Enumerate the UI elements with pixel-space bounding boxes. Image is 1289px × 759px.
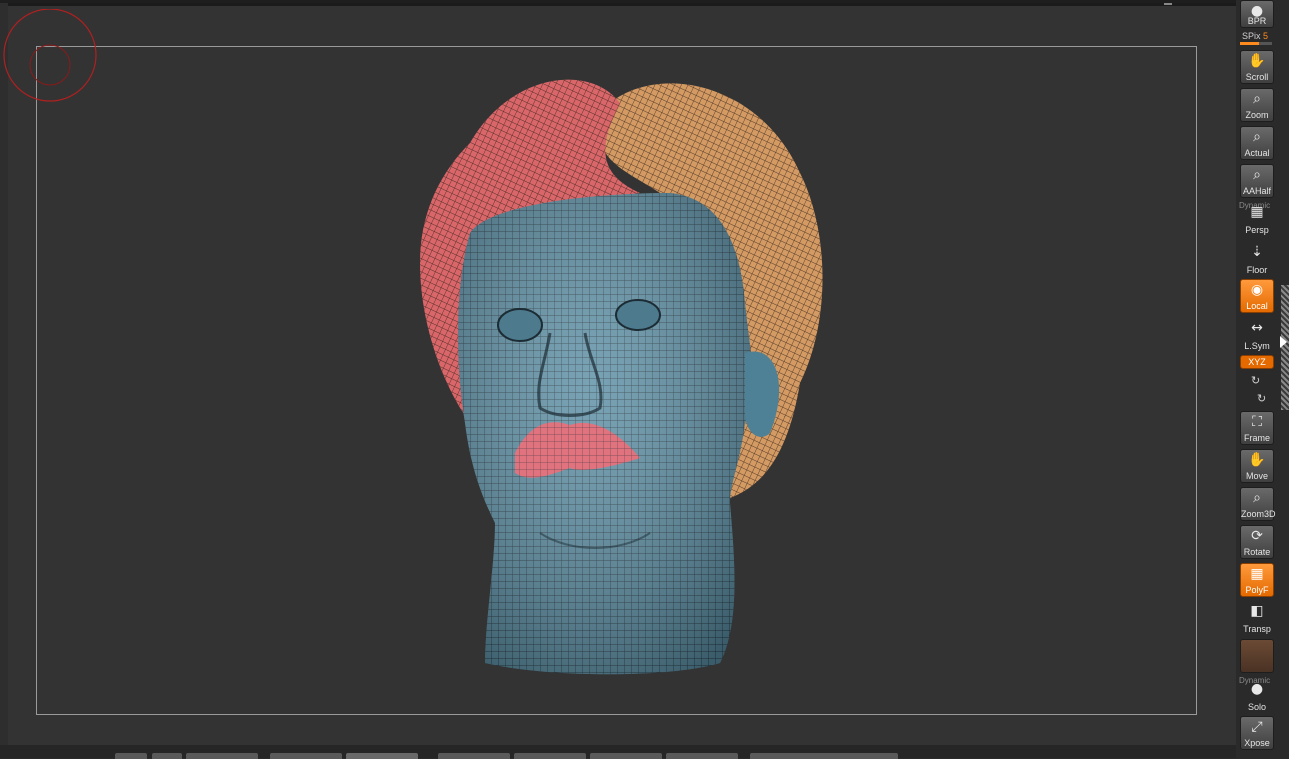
floor-button[interactable]: ⇣ Floor (1240, 242, 1274, 276)
bottom-tab[interactable] (514, 753, 586, 759)
polyframe-icon: ▦ (1250, 566, 1264, 582)
hand-icon: ✋ (1248, 452, 1266, 468)
zoom-button[interactable]: ⌕ Zoom (1240, 88, 1274, 122)
shelf-collapse-arrow-icon[interactable] (1280, 336, 1287, 348)
frame-button[interactable]: ⛶ Frame (1240, 411, 1274, 445)
document-canvas[interactable] (0, 0, 1236, 748)
z-rotation-icon[interactable]: ↻ (1257, 392, 1266, 405)
spix-slider[interactable]: SPix 5 (1242, 31, 1268, 41)
local-button[interactable]: ◉ Local (1240, 279, 1274, 313)
left-edge-panel (0, 3, 8, 748)
bottom-tab[interactable] (750, 753, 898, 759)
solo-icon: ● (1250, 681, 1264, 697)
bottom-tab[interactable] (186, 753, 258, 759)
local-icon: ◉ (1250, 282, 1264, 298)
solo-button[interactable]: ● Solo (1240, 679, 1274, 713)
bottom-tab[interactable] (152, 753, 182, 759)
magnifier-icon: ⌕ (1253, 490, 1261, 506)
magnifier-icon: ⌕ (1253, 167, 1261, 183)
frame-icon: ⛶ (1252, 414, 1262, 430)
bottom-tab[interactable] (115, 753, 147, 759)
magnifier-icon: ⌕ (1253, 91, 1261, 107)
top-scroll-handle[interactable] (1164, 3, 1172, 5)
xpose-button[interactable]: ⤢ Xpose (1240, 716, 1274, 750)
scroll-button[interactable]: ✋ Scroll (1240, 50, 1274, 84)
hand-icon: ✋ (1248, 53, 1266, 69)
rotate-icon: ⟳ (1251, 528, 1263, 544)
brush-cursor-icon (3, 9, 97, 102)
lsym-button[interactable]: ↔ L.Sym (1240, 318, 1274, 352)
actual-button[interactable]: ⌕ Actual (1240, 126, 1274, 160)
floor-icon: ⇣ (1251, 244, 1263, 260)
magnifier-icon: ⌕ (1253, 129, 1261, 145)
bottom-tab[interactable] (590, 753, 662, 759)
bottom-tab[interactable] (438, 753, 510, 759)
zoom3d-button[interactable]: ⌕ Zoom3D (1240, 487, 1276, 521)
bottom-tab[interactable] (270, 753, 342, 759)
transparency-icon: ◧ (1250, 603, 1264, 619)
spix-slider-track[interactable] (1240, 42, 1272, 45)
bottom-tray (0, 745, 1236, 759)
left-eye (497, 308, 543, 342)
bottom-tab[interactable] (666, 753, 738, 759)
y-rotation-icon[interactable]: ↻ (1251, 374, 1260, 387)
transp-button[interactable]: ◧ Transp (1240, 601, 1274, 635)
grid-perspective-icon: ▦ (1250, 204, 1264, 220)
bottom-tab[interactable] (346, 753, 418, 759)
xpose-icon: ⤢ (1251, 719, 1263, 735)
move-button[interactable]: ✋ Move (1240, 449, 1274, 483)
persp-button[interactable]: ▦ Persp (1240, 202, 1274, 236)
polyf-button[interactable]: ▦ PolyF (1240, 563, 1274, 597)
top-border (0, 3, 1236, 6)
aahalf-button[interactable]: ⌕ AAHalf (1240, 164, 1274, 198)
sculpt-model-head[interactable] (400, 63, 840, 693)
xyz-rotation-toggle[interactable]: XYZ (1240, 355, 1274, 369)
bpr-button[interactable]: ● BPR (1240, 0, 1274, 28)
symmetry-icon: ↔ (1251, 320, 1263, 336)
rotate-button[interactable]: ⟳ Rotate (1240, 525, 1274, 559)
right-eye (615, 299, 661, 331)
spix-slider-fill (1240, 42, 1260, 45)
ghost-button[interactable] (1240, 639, 1274, 673)
